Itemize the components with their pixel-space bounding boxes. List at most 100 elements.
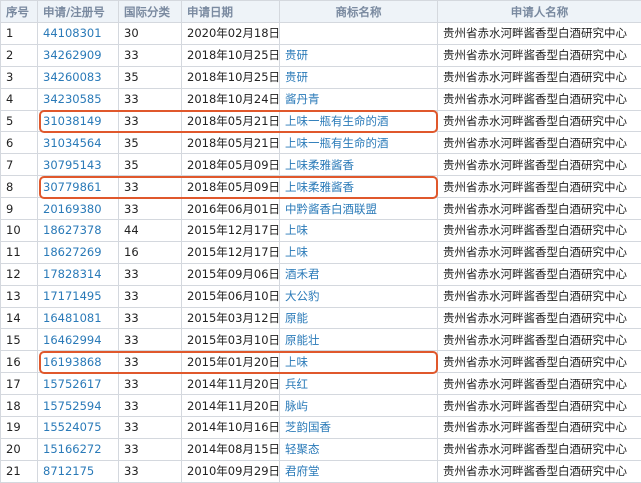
cell-applicant-name: 贵州省赤水河畔酱香型白酒研究中心 [438,132,641,154]
cell-intl-class: 33 [119,417,182,439]
cell-trademark-name[interactable]: 酱丹青 [280,88,438,110]
table-row[interactable]: 920169380332016年06月01日中黔酱香白酒联盟贵州省赤水河畔酱香型… [1,198,641,220]
cell-intl-class: 30 [119,23,182,45]
table-row[interactable]: 730795143352018年05月09日上味柔雅酱香贵州省赤水河畔酱香型白酒… [1,154,641,176]
header-trademark-name[interactable]: 商标名称 [280,1,438,23]
cell-intl-class: 33 [119,176,182,198]
cell-intl-class: 33 [119,88,182,110]
table-row[interactable]: 1915524075332014年10月16日芝韵国香贵州省赤水河畔酱香型白酒研… [1,417,641,439]
cell-reg-number[interactable]: 15524075 [38,417,119,439]
table-row[interactable]: 2015166272332014年08月15日轻聚态贵州省赤水河畔酱香型白酒研究… [1,438,641,460]
cell-applicant-name: 贵州省赤水河畔酱香型白酒研究中心 [438,44,641,66]
header-applicant-name[interactable]: 申请人名称 [438,1,641,23]
cell-serial: 18 [1,395,38,417]
cell-trademark-name[interactable]: 上味一瓶有生命的酒 [280,132,438,154]
cell-apply-date: 2014年11月20日 [182,395,280,417]
cell-apply-date: 2016年06月01日 [182,198,280,220]
header-serial[interactable]: 序号 [1,1,38,23]
cell-trademark-name[interactable]: 芝韵国香 [280,417,438,439]
table-row[interactable]: 1317171495332015年06月10日大公豹贵州省赤水河畔酱香型白酒研究… [1,285,641,307]
cell-reg-number[interactable]: 18627378 [38,220,119,242]
cell-apply-date: 2015年01月20日 [182,351,280,373]
cell-trademark-name[interactable]: 原能壮 [280,329,438,351]
cell-apply-date: 2014年08月15日 [182,438,280,460]
cell-applicant-name: 贵州省赤水河畔酱香型白酒研究中心 [438,351,641,373]
table-row[interactable]: 1715752617332014年11月20日兵红贵州省赤水河畔酱香型白酒研究中… [1,373,641,395]
cell-intl-class: 16 [119,241,182,263]
cell-apply-date: 2018年05月09日 [182,154,280,176]
cell-reg-number[interactable]: 18627269 [38,241,119,263]
cell-reg-number[interactable]: 15752594 [38,395,119,417]
header-reg-number[interactable]: 申请/注册号 [38,1,119,23]
cell-reg-number[interactable]: 31034564 [38,132,119,154]
table-row[interactable]: 434230585332018年10月24日酱丹青贵州省赤水河畔酱香型白酒研究中… [1,88,641,110]
cell-reg-number[interactable]: 20169380 [38,198,119,220]
cell-apply-date: 2018年05月21日 [182,132,280,154]
cell-trademark-name[interactable]: 上味柔雅酱香 [280,154,438,176]
cell-serial: 4 [1,88,38,110]
cell-trademark-name[interactable]: 上味 [280,241,438,263]
table-row[interactable]: 830779861332018年05月09日上味柔雅酱香贵州省赤水河畔酱香型白酒… [1,176,641,198]
header-intl-class[interactable]: 国际分类 [119,1,182,23]
cell-apply-date: 2015年12月17日 [182,241,280,263]
table-row[interactable]: 1815752594332014年11月20日脉屿贵州省赤水河畔酱香型白酒研究中… [1,395,641,417]
header-apply-date[interactable]: 申请日期 [182,1,280,23]
cell-reg-number[interactable]: 16462994 [38,329,119,351]
table-row[interactable]: 334260083352018年10月25日贵研贵州省赤水河畔酱香型白酒研究中心 [1,66,641,88]
cell-intl-class: 33 [119,307,182,329]
cell-trademark-name[interactable]: 原能 [280,307,438,329]
table-row[interactable]: 1616193868332015年01月20日上味贵州省赤水河畔酱香型白酒研究中… [1,351,641,373]
cell-reg-number[interactable]: 30779861 [38,176,119,198]
cell-reg-number[interactable]: 16481081 [38,307,119,329]
table-row[interactable]: 531038149332018年05月21日上味一瓶有生命的酒贵州省赤水河畔酱香… [1,110,641,132]
cell-trademark-name[interactable]: 兵红 [280,373,438,395]
cell-trademark-name[interactable]: 上味一瓶有生命的酒 [280,110,438,132]
cell-serial: 5 [1,110,38,132]
trademark-table: 序号 申请/注册号 国际分类 申请日期 商标名称 申请人名称 144108301… [0,0,641,483]
cell-apply-date: 2018年10月25日 [182,66,280,88]
cell-applicant-name: 贵州省赤水河畔酱香型白酒研究中心 [438,23,641,45]
table-row[interactable]: 1118627269162015年12月17日上味贵州省赤水河畔酱香型白酒研究中… [1,241,641,263]
trademark-results: 序号 申请/注册号 国际分类 申请日期 商标名称 申请人名称 144108301… [0,0,641,479]
cell-trademark-name[interactable]: 上味柔雅酱香 [280,176,438,198]
cell-reg-number[interactable]: 15166272 [38,438,119,460]
cell-trademark-name[interactable]: 贵研 [280,66,438,88]
cell-applicant-name: 贵州省赤水河畔酱香型白酒研究中心 [438,110,641,132]
cell-applicant-name: 贵州省赤水河畔酱香型白酒研究中心 [438,438,641,460]
cell-trademark-name[interactable]: 酒禾君 [280,263,438,285]
cell-reg-number[interactable]: 34262909 [38,44,119,66]
cell-reg-number[interactable]: 17171495 [38,285,119,307]
table-row[interactable]: 144108301302020年02月18日贵州省赤水河畔酱香型白酒研究中心 [1,23,641,45]
cell-reg-number[interactable]: 34260083 [38,66,119,88]
cell-trademark-name[interactable]: 脉屿 [280,395,438,417]
table-row[interactable]: 1416481081332015年03月12日原能贵州省赤水河畔酱香型白酒研究中… [1,307,641,329]
cell-reg-number[interactable]: 15752617 [38,373,119,395]
table-row[interactable]: 234262909332018年10月25日贵研贵州省赤水河畔酱香型白酒研究中心 [1,44,641,66]
cell-intl-class: 33 [119,44,182,66]
table-row[interactable]: 631034564352018年05月21日上味一瓶有生命的酒贵州省赤水河畔酱香… [1,132,641,154]
cell-apply-date: 2014年10月16日 [182,417,280,439]
cell-reg-number[interactable]: 34230585 [38,88,119,110]
cell-serial: 9 [1,198,38,220]
cell-intl-class: 33 [119,329,182,351]
table-row[interactable]: 1018627378442015年12月17日上味贵州省赤水河畔酱香型白酒研究中… [1,220,641,242]
cell-reg-number[interactable]: 30795143 [38,154,119,176]
cell-apply-date: 2018年10月25日 [182,44,280,66]
cell-reg-number[interactable]: 44108301 [38,23,119,45]
cell-reg-number[interactable]: 31038149 [38,110,119,132]
cell-serial: 10 [1,220,38,242]
cell-trademark-name[interactable]: 轻聚态 [280,438,438,460]
cell-reg-number[interactable]: 16193868 [38,351,119,373]
cell-applicant-name: 贵州省赤水河畔酱香型白酒研究中心 [438,66,641,88]
table-row[interactable]: 1516462994332015年03月10日原能壮贵州省赤水河畔酱香型白酒研究… [1,329,641,351]
cell-trademark-name[interactable]: 中黔酱香白酒联盟 [280,198,438,220]
cell-reg-number[interactable]: 17828314 [38,263,119,285]
cell-trademark-name[interactable]: 上味 [280,220,438,242]
cell-trademark-name[interactable]: 大公豹 [280,285,438,307]
cell-trademark-name[interactable]: 上味 [280,351,438,373]
cell-trademark-name[interactable] [280,23,438,45]
cell-serial: 19 [1,417,38,439]
cell-trademark-name[interactable]: 贵研 [280,44,438,66]
table-row[interactable]: 1217828314332015年09月06日酒禾君贵州省赤水河畔酱香型白酒研究… [1,263,641,285]
cell-serial: 13 [1,285,38,307]
